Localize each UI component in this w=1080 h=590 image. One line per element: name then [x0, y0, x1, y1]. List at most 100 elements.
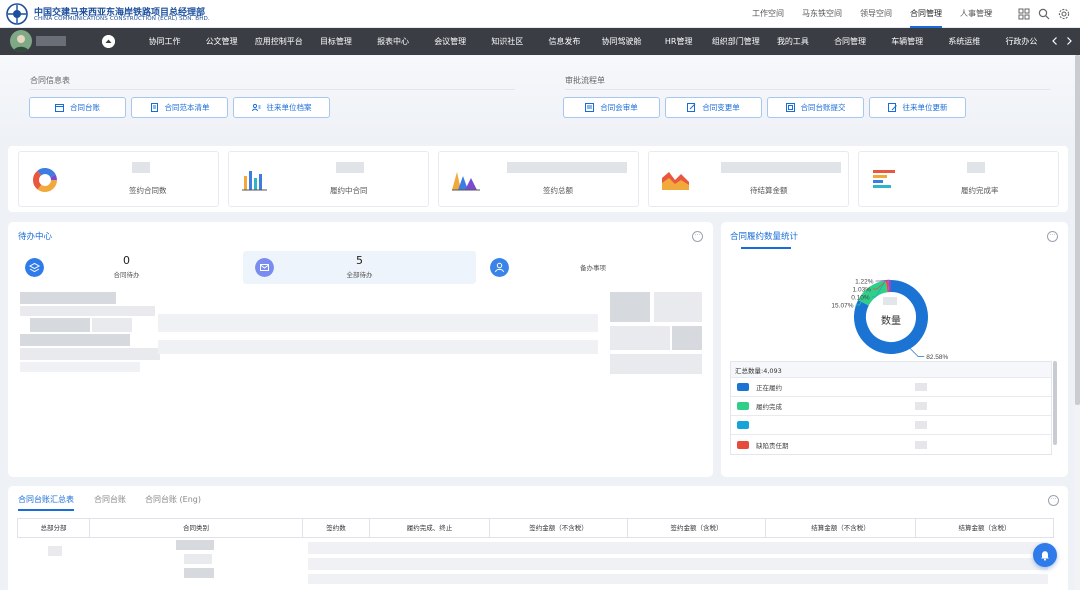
toplink-contract-management[interactable]: 合同管理	[910, 0, 942, 28]
nav-item-admin-office[interactable]: 行政办公	[993, 28, 1050, 55]
all-todo-label: 全部待办	[346, 271, 373, 279]
nav-item-vehicle-management[interactable]: 车辆管理	[879, 28, 936, 55]
donut-value-label: 15.07%	[831, 303, 853, 310]
stat-card-pending-settlement[interactable]: 待结算金额	[648, 151, 849, 207]
area-chart-icon	[452, 172, 480, 191]
divider	[565, 89, 1050, 90]
contract-review-button[interactable]: 合同会审单	[563, 97, 660, 118]
nav-item-meeting-management[interactable]: 会议管理	[422, 28, 479, 55]
top-links: 工作空间 马东铁空间 领导空间 合同管理 人事管理	[734, 0, 992, 28]
edit-form-icon	[687, 103, 696, 112]
tab-contract-todo[interactable]: 0 合同待办	[13, 251, 240, 284]
nav-item-collab-work[interactable]: 协同工作	[136, 28, 193, 55]
todo-more-button[interactable]: ···	[692, 231, 703, 242]
legend-label: 正在履约	[756, 384, 782, 392]
contract-ledger-button[interactable]: 合同台账	[29, 97, 126, 118]
page-scrollbar-thumb[interactable]	[1075, 55, 1080, 405]
legend-swatch	[737, 421, 749, 429]
tab-ledger-eng[interactable]: 合同台账 (Eng)	[145, 494, 201, 505]
nav-item-system-ops[interactable]: 系统运维	[936, 28, 993, 55]
legend-value-redacted	[915, 383, 927, 391]
ledger-more-button[interactable]: ···	[1048, 495, 1059, 506]
legend-row[interactable]: 正在履约	[731, 378, 1051, 397]
stat-card-completion-rate[interactable]: 履约完成率	[858, 151, 1059, 207]
partner-update-button[interactable]: 往来单位更新	[869, 97, 966, 118]
partner-update-label: 往来单位更新	[902, 103, 948, 112]
nav-items: 协同工作 公文管理 应用控制平台 目标管理 报表中心 会议管理 知识社区 信息发…	[136, 28, 1050, 55]
nav-item-app-control[interactable]: 应用控制平台	[250, 28, 307, 55]
stat-label: 待结算金额	[750, 186, 788, 195]
column-header[interactable]: 总部分部	[18, 519, 90, 537]
active-tab-underline	[18, 509, 74, 511]
nav-item-contract-management[interactable]: 合同管理	[822, 28, 879, 55]
stat-card-signed-contracts[interactable]: 签约合同数	[18, 151, 219, 207]
column-header[interactable]: 结算金额（不含税）	[766, 519, 916, 537]
contract-ledger-submit-button[interactable]: 合同台账提交	[767, 97, 864, 118]
partner-archive-button[interactable]: 往来单位档案	[233, 97, 330, 118]
user-name-redacted	[36, 36, 66, 46]
user-avatar[interactable]	[10, 30, 32, 52]
column-header[interactable]: 签约数	[303, 519, 370, 537]
notification-bell-button[interactable]	[1033, 543, 1057, 567]
column-header[interactable]: 履约完成、终止	[370, 519, 490, 537]
main-nav-bar: 协同工作 公文管理 应用控制平台 目标管理 报表中心 会议管理 知识社区 信息发…	[0, 28, 1080, 55]
chevron-right-icon[interactable]	[1062, 34, 1076, 48]
legend-value-redacted	[915, 421, 927, 429]
column-header[interactable]: 结算金额（含税）	[916, 519, 1053, 537]
tab-ledger[interactable]: 合同台账	[94, 494, 126, 505]
stat-card-active-contracts[interactable]: 履约中合同	[228, 151, 429, 207]
home-icon[interactable]	[102, 35, 115, 48]
toplink-work-space[interactable]: 工作空间	[752, 0, 784, 28]
nav-scroll-arrows	[1048, 34, 1076, 48]
tab-ledger-summary[interactable]: 合同台账汇总表	[18, 494, 74, 505]
chevron-down-icon[interactable]	[983, 7, 995, 19]
contract-performance-more-button[interactable]: ···	[1047, 231, 1058, 242]
nav-item-report-center[interactable]: 报表中心	[365, 28, 422, 55]
nav-item-knowledge-community[interactable]: 知识社区	[479, 28, 536, 55]
nav-item-documents[interactable]: 公文管理	[193, 28, 250, 55]
contract-review-label: 合同会审单	[600, 103, 638, 112]
page-scrollbar[interactable]	[1075, 55, 1080, 590]
contract-todo-count: 0	[123, 254, 130, 267]
contract-change-button[interactable]: 合同变更单	[665, 97, 762, 118]
nav-item-org-management[interactable]: 组织部门管理	[707, 28, 764, 55]
toplink-ecrl-space[interactable]: 马东铁空间	[802, 0, 842, 28]
grid-icon[interactable]	[1018, 8, 1030, 20]
performance-legend-table: 汇总数量:4,093 正在履约 履约完成 缺陷责任期	[730, 361, 1052, 455]
legend-scrollbar[interactable]	[1053, 361, 1057, 445]
legend-row[interactable]: 履约完成	[731, 397, 1051, 416]
ledger-table-header: 总部分部 合同类别 签约数 履约完成、终止 签约金额（不含税） 签约金额（含税）…	[17, 518, 1054, 538]
stat-label: 签约合同数	[129, 186, 167, 195]
contract-performance-panel: 合同履约数量统计 ··· 82.58% 15.07% 0.10% 1.03% 1.22%…	[721, 222, 1068, 477]
legend-row[interactable]: 缺陷责任期	[731, 435, 1051, 454]
chevron-left-icon[interactable]	[1048, 34, 1062, 48]
total-count-label: 汇总数量:4,093	[735, 366, 782, 375]
search-icon[interactable]	[1038, 8, 1050, 20]
column-header[interactable]: 签约金额（含税）	[628, 519, 766, 537]
document-icon	[150, 103, 158, 112]
contract-todo-label: 合同待办	[113, 271, 140, 279]
todo-center-panel: 待办中心 ··· 0 合同待办 5 全部待办 备办事项	[8, 222, 713, 477]
nav-item-hr-management[interactable]: HR管理	[650, 28, 707, 55]
top-icon-group	[1010, 0, 1070, 28]
column-header[interactable]: 合同类别	[90, 519, 303, 537]
total-count-row: 汇总数量:4,093	[731, 362, 1051, 378]
contract-template-list-button[interactable]: 合同范本清单	[131, 97, 228, 118]
tab-all-todo[interactable]: 5 全部待办	[243, 251, 476, 284]
contract-ledger-panel: 合同台账汇总表 合同台账 合同台账 (Eng) ··· 总部分部 合同类别 签约…	[8, 486, 1068, 590]
column-header[interactable]: 签约金额（不含税）	[490, 519, 628, 537]
nav-item-collab-cockpit[interactable]: 协同驾驶舱	[593, 28, 650, 55]
toplink-leader-space[interactable]: 领导空间	[860, 0, 892, 28]
donut-value-label: 0.10%	[851, 295, 870, 302]
mountain-chart-icon	[662, 172, 689, 190]
company-logo-icon	[6, 3, 28, 25]
nav-item-target-management[interactable]: 目标管理	[307, 28, 364, 55]
nav-item-my-tools[interactable]: 我的工具	[764, 28, 821, 55]
nav-item-info-publish[interactable]: 信息发布	[536, 28, 593, 55]
stat-card-signed-amount[interactable]: 签约总额	[438, 151, 639, 207]
donut-chart-icon	[33, 168, 57, 192]
settings-icon[interactable]	[1058, 8, 1070, 20]
form-icon	[585, 103, 595, 112]
legend-row[interactable]	[731, 416, 1051, 435]
tab-memo-items[interactable]: 备办事项	[478, 251, 708, 284]
